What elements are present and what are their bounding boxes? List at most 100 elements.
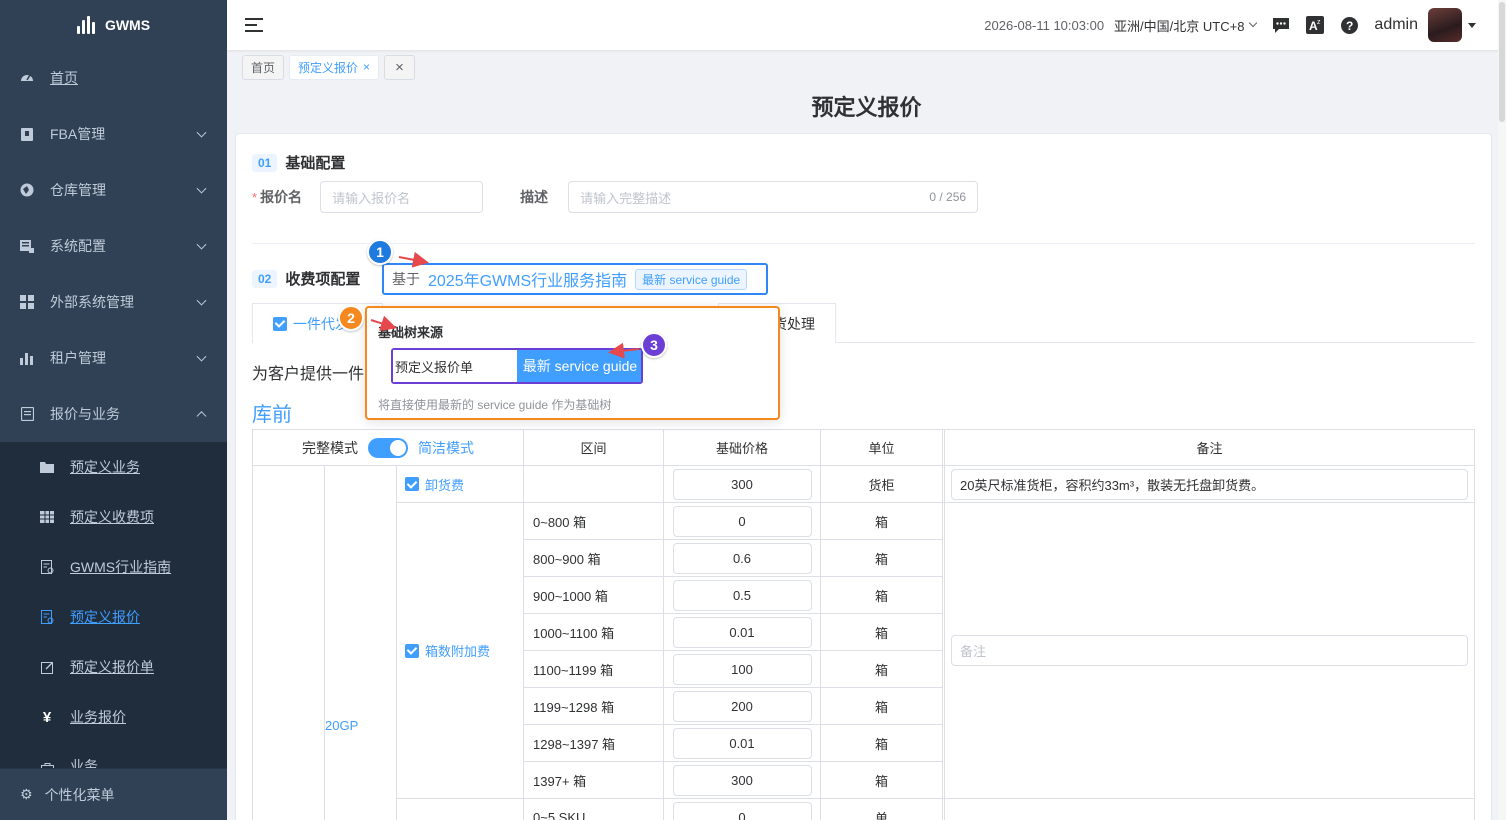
option-latest-service-guide[interactable]: 最新 service guide (517, 350, 641, 382)
price-input[interactable]: 300 (672, 468, 812, 500)
toggle-switch[interactable] (368, 437, 408, 458)
footer-label: 个性化菜单 (44, 786, 115, 803)
price-cell: 0.01 (663, 724, 821, 762)
translate-icon[interactable]: Az (1306, 16, 1325, 34)
menu-item-fba[interactable]: FBA管理 (0, 106, 227, 162)
close-all-tags-button[interactable]: × (384, 54, 416, 80)
menu-toggle-icon[interactable] (245, 18, 263, 32)
page-scrollbar[interactable] (1498, 0, 1506, 820)
price-cell: 300 (663, 465, 821, 503)
placeholder: 请输入报价名 (332, 190, 411, 206)
sub-item-gwms-guide[interactable]: GWMS行业指南 (0, 542, 227, 592)
note-input[interactable]: 备注 (951, 635, 1468, 666)
gear-icon: ⚙ (20, 786, 33, 802)
fee-item-cell (396, 798, 524, 820)
sub-item-label: 预定义报价单 (70, 659, 154, 675)
price-input[interactable]: 0.01 (672, 727, 812, 759)
chevron-down-icon (196, 183, 207, 194)
tags-view: 首页 预定义报价 × × (227, 50, 1506, 84)
sub-item-label: 预定义报价 (70, 609, 140, 625)
menu-item-system-config[interactable]: 系统配置 (0, 218, 227, 274)
range-cell (523, 465, 664, 503)
price-input[interactable]: 0.6 (672, 542, 812, 574)
price-input[interactable]: 300 (672, 764, 812, 796)
tag-current[interactable]: 预定义报价 × (289, 54, 380, 80)
divider (252, 243, 1475, 244)
unit-cell: 箱 (820, 613, 943, 651)
price-input[interactable]: 0 (672, 505, 812, 537)
based-prefix: 基于 (392, 271, 420, 287)
timezone-select[interactable]: 亚洲/中国/北京 UTC+8 (1114, 16, 1258, 35)
submenu-quote-business: 预定义业务 预定义收费项 GWMS行业指南 预定义报价 预定义报价单 ¥ 业务报… (0, 442, 227, 776)
sub-item-predefined-fees[interactable]: 预定义收费项 (0, 492, 227, 542)
price-input[interactable]: 200 (672, 690, 812, 722)
page-title: 预定义报价 (811, 95, 922, 120)
sub-item-predefined-quote[interactable]: 预定义报价 (0, 592, 227, 642)
menu-item-tenant[interactable]: 租户管理 (0, 330, 227, 386)
menu-item-warehouse[interactable]: 仓库管理 (0, 162, 227, 218)
sub-item-business-quote[interactable]: ¥ 业务报价 (0, 692, 227, 742)
range-cell: 800~900 箱 (523, 539, 664, 577)
menu-item-home[interactable]: 首页 (0, 50, 227, 106)
menu-item-external[interactable]: 外部系统管理 (0, 274, 227, 330)
placeholder: 请输入完整描述 (580, 190, 672, 206)
checkbox-checked-icon (273, 316, 287, 331)
gwms-logo-icon (76, 16, 95, 34)
price-cell: 200 (663, 687, 821, 725)
tag-label: 预定义报价 (298, 60, 359, 75)
personalize-menu-button[interactable]: ⚙ 个性化菜单 (0, 768, 227, 820)
fee-label: 卸货费 (425, 477, 465, 493)
brand-name: GWMS (104, 17, 151, 33)
mode-switch[interactable]: 完整模式 简洁模式 (253, 437, 523, 458)
base-tree-selector[interactable]: 基于 2025年GWMS行业服务指南 最新 service guide (382, 263, 768, 295)
chevron-down-icon (196, 127, 207, 138)
quote-icon (20, 407, 34, 421)
avatar[interactable] (1428, 8, 1462, 42)
table-icon (40, 510, 54, 524)
sub-item-label: GWMS行业指南 (70, 559, 172, 575)
fee-label: 箱数附加费 (425, 644, 491, 659)
tag-home[interactable]: 首页 (242, 54, 285, 80)
guide-link[interactable]: 2025年GWMS行业服务指南 (428, 267, 627, 291)
price-input[interactable]: 0.5 (672, 579, 812, 611)
section-basic-config: 01 基础配置 (252, 152, 345, 173)
close-icon[interactable]: × (363, 60, 370, 74)
username[interactable]: admin (1374, 16, 1418, 34)
price-input[interactable]: 0 (672, 801, 812, 820)
help-icon[interactable]: ? (1340, 16, 1358, 34)
tag-label: 首页 (251, 60, 276, 75)
table-row: 20GP 卸货费 300 货柜 20英尺标准货柜，容积约33m³，散装无托盘卸货… (252, 465, 1475, 820)
fba-icon (20, 127, 34, 141)
annotation-marker-1: 1 (367, 239, 393, 265)
main-card: 01 基础配置 * 报价名 请输入报价名 描述 请输入完整描述 0 / 256 … (235, 133, 1492, 820)
quote-name-input[interactable]: 请输入报价名 (320, 181, 484, 213)
step-badge: 02 (252, 269, 278, 288)
document-icon (40, 560, 54, 574)
menu-label: 系统配置 (50, 238, 106, 254)
section-title: 收费项配置 (285, 271, 361, 288)
message-icon[interactable] (1272, 16, 1290, 34)
container-cell: 20GP (324, 465, 397, 820)
description-input[interactable]: 请输入完整描述 0 / 256 (568, 181, 979, 213)
sub-item-predefined-business[interactable]: 预定义业务 (0, 442, 227, 492)
price-input[interactable]: 100 (672, 653, 812, 685)
unit-cell: 货柜 (820, 465, 943, 503)
required-mark: * (252, 189, 258, 205)
menu-label: 外部系统管理 (50, 294, 134, 310)
logo[interactable]: GWMS (0, 0, 227, 50)
tab-dropshipping[interactable]: 一件代发 (252, 303, 383, 343)
business-description: 为客户提供一件代发 (252, 366, 364, 383)
note-input[interactable]: 20英尺标准货柜，容积约33m³，散装无托盘卸货费。 (951, 468, 1468, 500)
menu-label: 首页 (50, 70, 78, 86)
price-input[interactable]: 0.01 (672, 616, 812, 648)
sub-item-predefined-quote-sheet[interactable]: 预定义报价单 (0, 642, 227, 692)
option-predefined-quote-sheet[interactable]: 预定义报价单 (393, 350, 517, 382)
unit-cell: 箱 (820, 650, 943, 688)
menu-item-quote-business[interactable]: 报价与业务 (0, 386, 227, 442)
dashboard-icon (20, 71, 34, 85)
fee-item-cell: 卸货费 (396, 465, 524, 503)
sub-item-label: 预定义收费项 (70, 509, 154, 525)
caret-down-icon[interactable] (1468, 22, 1476, 28)
box-surcharge-checkbox[interactable]: 箱数附加费 (397, 641, 523, 660)
unloading-fee-checkbox[interactable]: 卸货费 (397, 475, 523, 494)
